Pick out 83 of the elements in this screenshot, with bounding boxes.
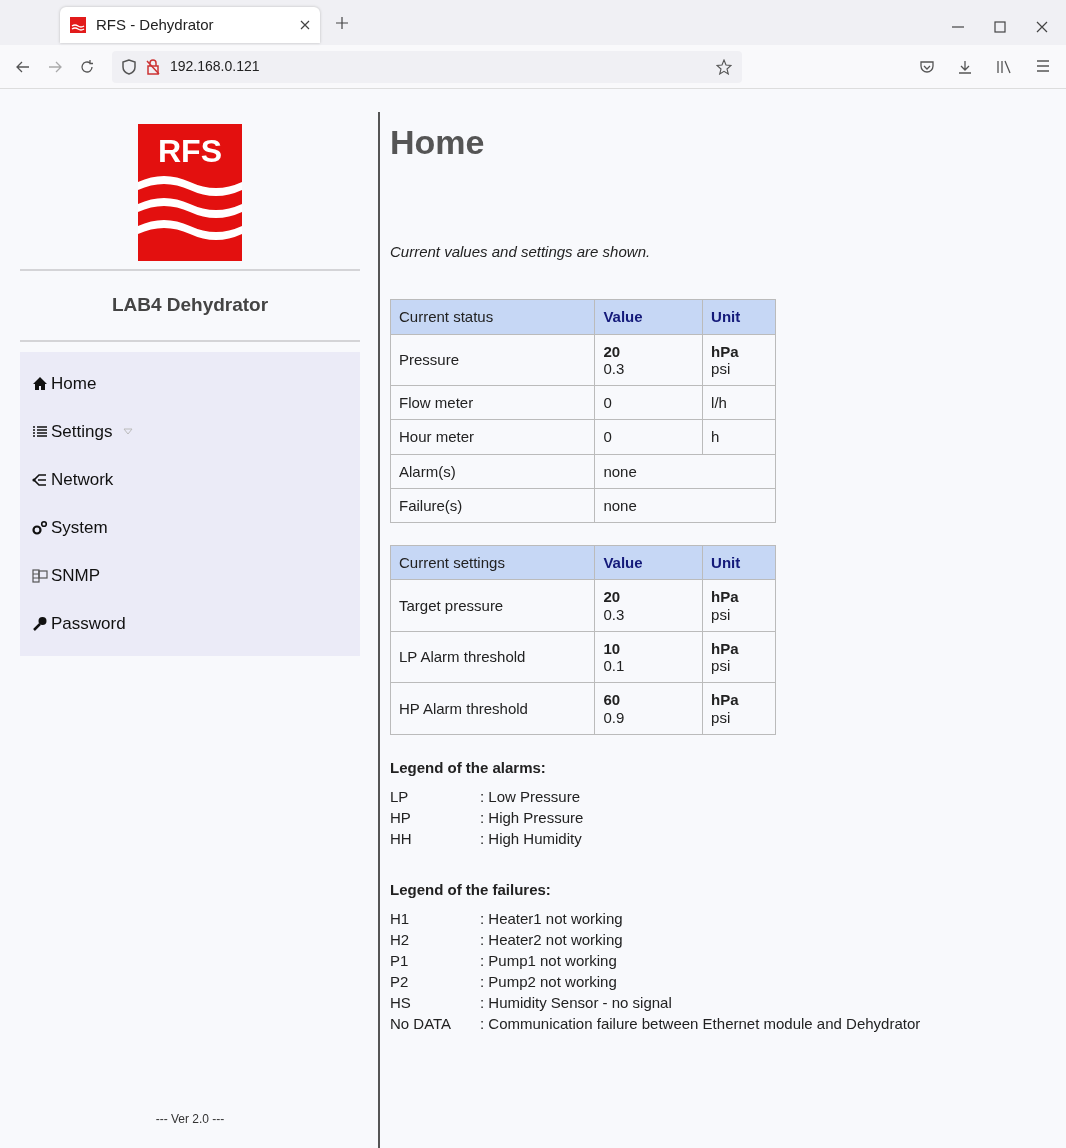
close-icon[interactable]: [1036, 21, 1048, 33]
table-cell: Pressure: [390, 334, 595, 386]
page-title: Home: [390, 122, 486, 163]
url-text: 192.168.0.121: [170, 57, 260, 76]
table-cell: 0: [594, 385, 703, 420]
nav-link[interactable]: System: [32, 503, 348, 552]
table-cell: Failure(s): [390, 488, 595, 523]
table-cell: Hour meter: [390, 419, 595, 455]
home-icon: [32, 375, 48, 392]
nav-link[interactable]: Password: [32, 599, 348, 648]
table-cell: Flow meter: [390, 385, 595, 420]
table-cell: LP Alarm threshold: [390, 631, 595, 683]
legend-text: : Humidity Sensor - no signal: [480, 993, 672, 1011]
new-tab-icon[interactable]: [336, 17, 348, 29]
download-icon[interactable]: [958, 59, 972, 74]
table-cell: none: [594, 488, 776, 523]
table-cell: hPa psi: [702, 334, 776, 386]
legend-text: : Low Pressure: [480, 787, 581, 805]
gears-icon: [32, 519, 48, 536]
legend-text: : High Humidity: [480, 829, 582, 847]
nav-link[interactable]: Network: [32, 455, 348, 504]
network-icon: [32, 471, 48, 488]
column-header: Value: [594, 545, 703, 580]
legend-code: H1: [390, 908, 411, 929]
legend-code: LP: [390, 786, 410, 807]
legend-text: : Communication failure between Ethernet module and Dehydrator: [480, 1014, 921, 1032]
legend-code: HP: [390, 807, 412, 828]
legend-code: P1: [390, 950, 410, 971]
table-cell: Alarm(s): [390, 454, 595, 489]
legend-text: : Pump2 not working: [480, 972, 617, 990]
table-cell: 20 0.3: [594, 579, 703, 632]
nav-link[interactable]: Settings: [32, 407, 348, 456]
table-cell: 10 0.1: [594, 631, 703, 683]
legend-code: No DATA: [390, 1013, 453, 1034]
legend-heading: Legend of the failures:: [390, 879, 552, 900]
table-cell: h: [702, 419, 776, 455]
maximize-icon[interactable]: [994, 21, 1006, 33]
nav-link[interactable]: SNMP: [32, 551, 348, 600]
close-tab-icon[interactable]: [300, 20, 310, 30]
legend-code: P2: [390, 971, 410, 992]
device-title: LAB4 Dehydrator: [110, 293, 270, 317]
column-header: Unit: [702, 299, 776, 335]
version-text: --- Ver 2.0 ---: [154, 1111, 226, 1128]
table-cell: 60 0.9: [594, 682, 703, 735]
table-cell: l/h: [702, 385, 776, 420]
legend-text: : High Pressure: [480, 808, 584, 826]
tab-title: RFS - Dehydrator: [96, 14, 214, 35]
table-cell: HP Alarm threshold: [390, 682, 595, 735]
table-cell: hPa psi: [702, 682, 776, 735]
back-icon[interactable]: [16, 60, 30, 73]
shield-icon: [122, 58, 136, 75]
legend-code: HH: [390, 828, 413, 849]
lock-icon: [146, 58, 160, 75]
address-bar[interactable]: 192.168.0.121: [112, 50, 742, 83]
column-header: Unit: [702, 545, 776, 580]
menu-icon[interactable]: [1036, 59, 1050, 72]
column-header: Current status: [390, 299, 595, 335]
intro-text: Current values and settings are shown.: [390, 241, 652, 262]
reload-icon[interactable]: [80, 59, 94, 74]
rfs-logo: RFS: [138, 124, 242, 261]
table-cell: hPa psi: [702, 631, 776, 683]
legend-text: : Pump1 not working: [480, 951, 617, 969]
list-icon: [32, 423, 48, 440]
pocket-icon[interactable]: [920, 59, 934, 74]
nav-link[interactable]: Home: [32, 359, 348, 408]
column-header: Value: [594, 299, 703, 335]
legend-code: HS: [390, 992, 412, 1013]
legend-code: H2: [390, 929, 411, 950]
library-icon[interactable]: [996, 59, 1012, 74]
star-icon[interactable]: [716, 58, 732, 75]
snmp-icon: [32, 567, 48, 584]
key-icon: [32, 615, 48, 632]
browser-tab[interactable]: RFS - Dehydrator: [60, 7, 320, 43]
legend-heading: Legend of the alarms:: [390, 757, 547, 778]
legend-text: : Heater2 not working: [480, 930, 623, 948]
table-cell: hPa psi: [702, 579, 776, 632]
column-header: Current settings: [390, 545, 595, 580]
table-cell: none: [594, 454, 776, 489]
table-cell: Target pressure: [390, 579, 595, 632]
favicon: [70, 17, 86, 33]
legend-text: : Heater1 not working: [480, 909, 623, 927]
table-cell: 20 0.3: [594, 334, 703, 386]
table-cell: 0: [594, 419, 703, 455]
